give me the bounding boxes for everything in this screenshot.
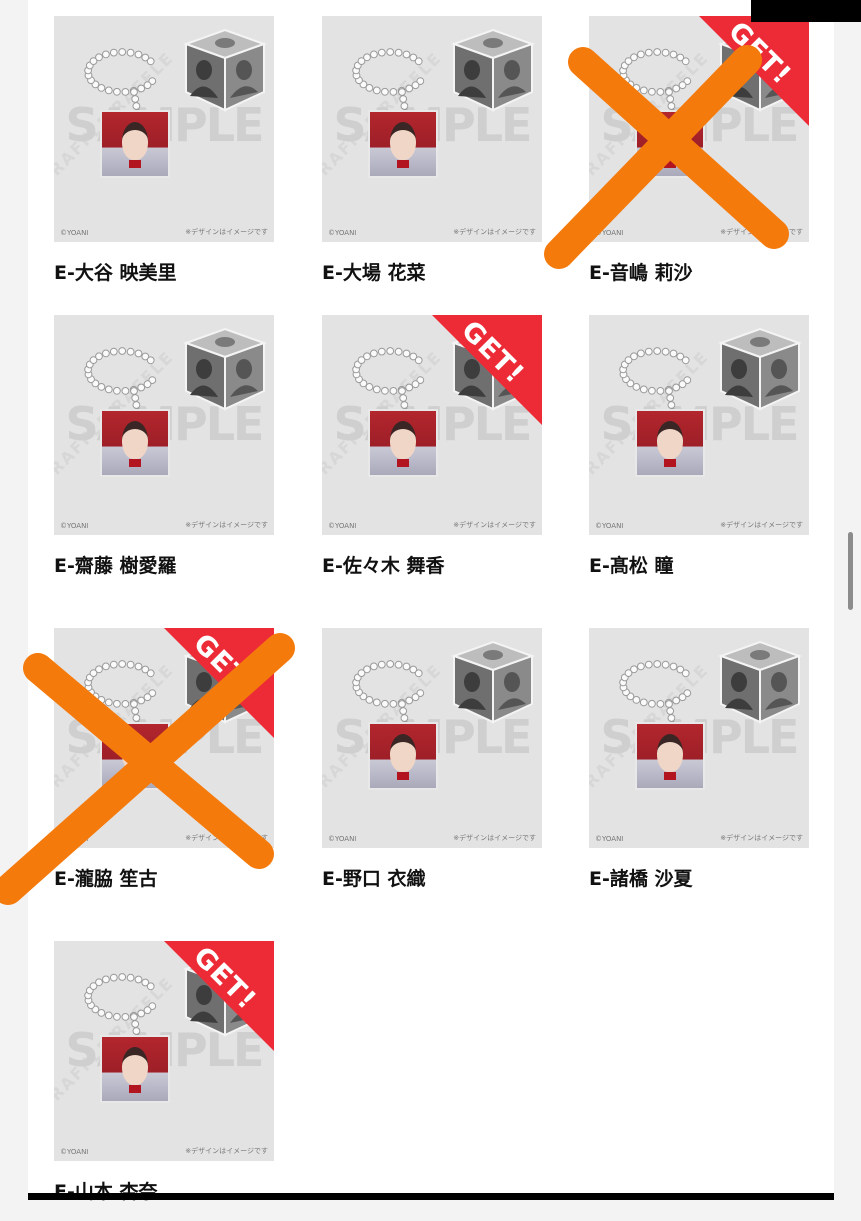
copyright-label: ©YOANI — [595, 229, 624, 237]
product-name[interactable]: E-齋藤 樹愛羅 — [54, 551, 176, 578]
copyright-label: ©YOANI — [60, 522, 89, 530]
mystery-cube-icon — [451, 640, 535, 724]
mystery-cube-icon — [451, 28, 535, 112]
scrollbar-thumb[interactable] — [848, 532, 853, 610]
member-photo — [368, 409, 438, 477]
product-image[interactable]: RAFFLE RAFFLESAMPLE©YOANI※デザインはイメージですGET… — [54, 628, 274, 848]
product-card[interactable]: RAFFLE RAFFLESAMPLE©YOANI※デザインはイメージですGET… — [54, 941, 274, 1221]
product-image[interactable]: RAFFLE RAFFLESAMPLE©YOANI※デザインはイメージですGET… — [322, 315, 542, 535]
product-card[interactable]: RAFFLE RAFFLESAMPLE©YOANI※デザインはイメージですE-大… — [322, 16, 542, 302]
design-note: ※デザインはイメージです — [185, 228, 268, 236]
member-photo — [100, 722, 170, 790]
member-photo — [100, 110, 170, 178]
product-image[interactable]: RAFFLE RAFFLESAMPLE©YOANI※デザインはイメージですGET… — [54, 941, 274, 1161]
member-photo — [368, 722, 438, 790]
product-image[interactable]: RAFFLE RAFFLESAMPLE©YOANI※デザインはイメージです — [589, 315, 809, 535]
product-name[interactable]: E-佐々木 舞香 — [322, 551, 444, 578]
design-note: ※デザインはイメージです — [720, 228, 803, 236]
design-note: ※デザインはイメージです — [453, 521, 536, 529]
member-photo — [100, 409, 170, 477]
design-note: ※デザインはイメージです — [720, 834, 803, 842]
product-grid: RAFFLE RAFFLESAMPLE©YOANI※デザインはイメージですE-大… — [28, 0, 834, 1203]
copyright-label: ©YOANI — [328, 835, 357, 843]
product-card[interactable]: RAFFLE RAFFLESAMPLE©YOANI※デザインはイメージですGET… — [54, 628, 274, 908]
product-card[interactable]: RAFFLE RAFFLESAMPLE©YOANI※デザインはイメージですE-諸… — [589, 628, 809, 908]
product-card[interactable]: RAFFLE RAFFLESAMPLE©YOANI※デザインはイメージですGET… — [322, 315, 542, 595]
top-black-bar — [751, 0, 861, 22]
mystery-cube-icon — [718, 327, 802, 411]
copyright-label: ©YOANI — [60, 1148, 89, 1156]
member-photo — [635, 110, 705, 178]
member-photo — [100, 1035, 170, 1103]
product-image[interactable]: RAFFLE RAFFLESAMPLE©YOANI※デザインはイメージです — [54, 16, 274, 242]
product-name[interactable]: E-野口 衣織 — [322, 864, 425, 891]
product-name[interactable]: E-諸橋 沙夏 — [589, 864, 692, 891]
design-note: ※デザインはイメージです — [185, 1147, 268, 1155]
product-image[interactable]: RAFFLE RAFFLESAMPLE©YOANI※デザインはイメージです — [54, 315, 274, 535]
design-note: ※デザインはイメージです — [453, 834, 536, 842]
product-card[interactable]: RAFFLE RAFFLESAMPLE©YOANI※デザインはイメージですE-大… — [54, 16, 274, 302]
product-name[interactable]: E-髙松 瞳 — [589, 551, 673, 578]
product-image[interactable]: RAFFLE RAFFLESAMPLE©YOANI※デザインはイメージです — [322, 16, 542, 242]
mystery-cube-icon — [183, 327, 267, 411]
design-note: ※デザインはイメージです — [720, 521, 803, 529]
copyright-label: ©YOANI — [60, 835, 89, 843]
product-card[interactable]: RAFFLE RAFFLESAMPLE©YOANI※デザインはイメージですE-髙… — [589, 315, 809, 595]
copyright-label: ©YOANI — [60, 229, 89, 237]
product-card[interactable]: RAFFLE RAFFLESAMPLE©YOANI※デザインはイメージですE-野… — [322, 628, 542, 908]
mystery-cube-icon — [718, 640, 802, 724]
page-content: RAFFLE RAFFLESAMPLE©YOANI※デザインはイメージですE-大… — [28, 0, 834, 1203]
member-photo — [635, 722, 705, 790]
copyright-label: ©YOANI — [595, 522, 624, 530]
design-note: ※デザインはイメージです — [185, 834, 268, 842]
mystery-cube-icon — [183, 28, 267, 112]
product-card[interactable]: RAFFLE RAFFLESAMPLE©YOANI※デザインはイメージですE-齋… — [54, 315, 274, 595]
copyright-label: ©YOANI — [595, 835, 624, 843]
design-note: ※デザインはイメージです — [453, 228, 536, 236]
product-image[interactable]: RAFFLE RAFFLESAMPLE©YOANI※デザインはイメージです — [322, 628, 542, 848]
member-photo — [368, 110, 438, 178]
design-note: ※デザインはイメージです — [185, 521, 268, 529]
bottom-black-bar — [28, 1193, 834, 1200]
copyright-label: ©YOANI — [328, 229, 357, 237]
product-name[interactable]: E-大谷 映美里 — [54, 258, 176, 285]
product-name[interactable]: E-音嶋 莉沙 — [589, 258, 692, 285]
product-name[interactable]: E-大場 花菜 — [322, 258, 425, 285]
copyright-label: ©YOANI — [328, 522, 357, 530]
product-name[interactable]: E-瀧脇 笙古 — [54, 864, 157, 891]
product-image[interactable]: RAFFLE RAFFLESAMPLE©YOANI※デザインはイメージですGET… — [589, 16, 809, 242]
product-card[interactable]: RAFFLE RAFFLESAMPLE©YOANI※デザインはイメージですGET… — [589, 16, 809, 302]
product-image[interactable]: RAFFLE RAFFLESAMPLE©YOANI※デザインはイメージです — [589, 628, 809, 848]
member-photo — [635, 409, 705, 477]
